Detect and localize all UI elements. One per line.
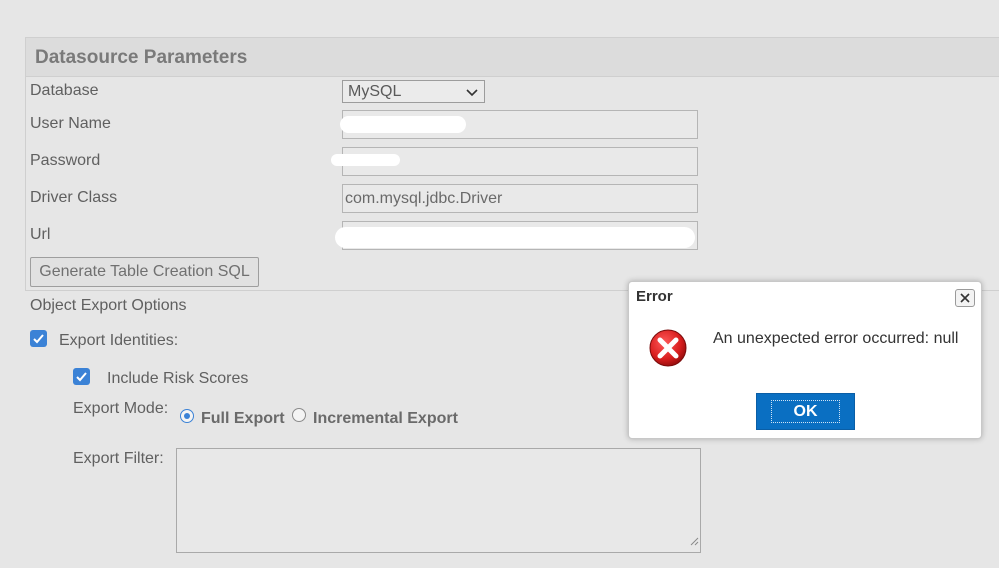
close-icon: [960, 293, 970, 303]
redaction-mark: [340, 116, 466, 133]
redaction-mark: [331, 154, 400, 166]
export-options-heading: Object Export Options: [30, 297, 187, 314]
username-label: User Name: [30, 115, 111, 132]
full-export-radio[interactable]: [180, 409, 194, 423]
driver-class-input[interactable]: com.mysql.jdbc.Driver: [342, 184, 698, 213]
full-export-label[interactable]: Full Export: [201, 410, 285, 428]
close-button[interactable]: [955, 289, 975, 307]
database-select-value: MySQL: [348, 83, 402, 100]
generate-sql-button[interactable]: Generate Table Creation SQL: [30, 257, 259, 287]
redaction-mark: [335, 227, 695, 248]
error-dialog: Error An unexpected error occurred: null…: [628, 281, 982, 439]
driver-class-label: Driver Class: [30, 189, 118, 206]
ok-button-label: OK: [771, 400, 840, 423]
database-select[interactable]: MySQL: [342, 80, 485, 103]
checkbox-check-icon: [76, 372, 87, 382]
password-label: Password: [30, 152, 101, 169]
chevron-down-icon: [465, 84, 479, 105]
dialog-title: Error: [636, 288, 673, 305]
export-mode-label: Export Mode:: [73, 400, 169, 417]
database-label: Database: [30, 82, 99, 99]
error-icon: [646, 326, 690, 375]
checkbox-check-icon: [33, 334, 44, 344]
export-identities-label: Export Identities:: [59, 332, 179, 349]
export-filter-label: Export Filter:: [73, 450, 164, 467]
incremental-export-radio[interactable]: [292, 408, 306, 422]
include-risk-label: Include Risk Scores: [107, 370, 249, 387]
export-identities-checkbox[interactable]: [30, 330, 47, 347]
dialog-message: An unexpected error occurred: null: [713, 330, 959, 347]
incremental-export-label[interactable]: Incremental Export: [313, 410, 458, 428]
ok-button[interactable]: OK: [756, 393, 855, 430]
panel-title: Datasource Parameters: [26, 38, 999, 77]
url-label: Url: [30, 226, 51, 243]
resize-grip-icon[interactable]: [689, 533, 699, 551]
export-filter-textarea[interactable]: [176, 448, 701, 553]
include-risk-checkbox[interactable]: [73, 368, 90, 385]
